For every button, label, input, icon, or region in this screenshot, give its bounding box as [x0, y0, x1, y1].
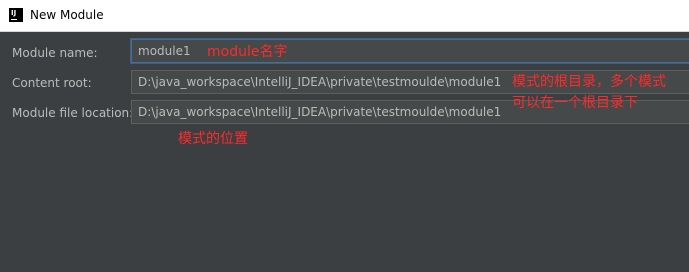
content-root-label: Content root:	[12, 76, 92, 90]
file-location-annotation: 模式的位置	[178, 131, 248, 147]
intellij-idea-icon: IJ	[9, 8, 23, 22]
content-root-annotation-line1: 模式的根目录，多个模式	[512, 74, 666, 90]
content-root-annotation-line2: 可以在一个根目录下	[512, 95, 638, 111]
new-module-dialog: IJ New Module Module name: module1 Conte…	[0, 0, 689, 272]
window-title: New Module	[30, 8, 104, 22]
module-file-location-label: Module file location:	[12, 106, 134, 120]
title-bar: IJ New Module	[0, 0, 689, 32]
module-name-label: Module name:	[12, 46, 98, 60]
module-name-annotation: module名字	[207, 44, 288, 60]
